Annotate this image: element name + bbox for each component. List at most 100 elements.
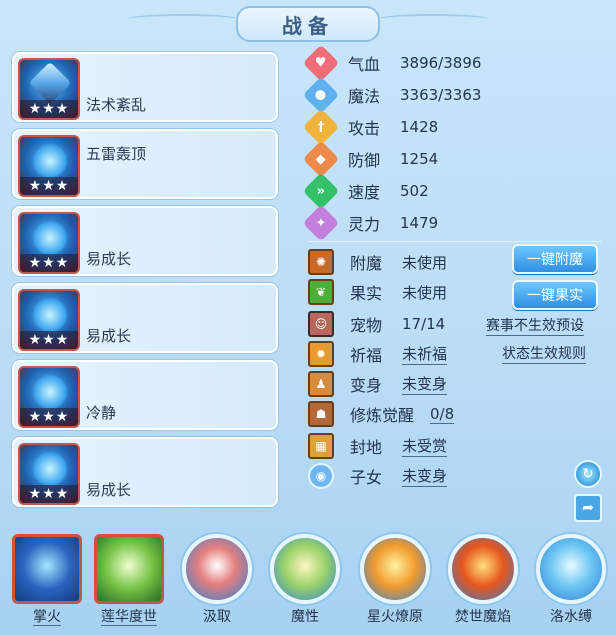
skill-card[interactable]: ★★★ 易成长 <box>12 283 278 353</box>
info-blessing[interactable]: ✹ 祈福 未祈福 <box>308 340 448 368</box>
one-click-enchant-button[interactable]: 一键附魔 <box>512 244 598 274</box>
skill-icon-spark[interactable] <box>360 534 430 604</box>
enchant-icon: ✺ <box>308 249 334 275</box>
share-icon[interactable]: ➦ <box>574 494 602 522</box>
event-preset-link[interactable]: 赛事不生效预设 <box>486 315 584 336</box>
star-rating: ★★★ <box>20 254 78 272</box>
status-rules-link[interactable]: 状态生效规则 <box>502 343 586 364</box>
info-value-link[interactable]: 未受赏 <box>402 435 448 457</box>
bottom-skill-label: 焚世魔焰 <box>455 609 511 625</box>
sword-icon: † <box>302 108 340 146</box>
stat-name: 攻击 <box>348 119 381 138</box>
blessing-icon: ✹ <box>308 341 334 367</box>
stat-name: 速度 <box>348 183 381 202</box>
skill-card-label: 法术紊乱 <box>86 96 147 114</box>
skill-icon-absorb[interactable] <box>182 534 252 604</box>
info-value: 17/14 <box>402 315 446 333</box>
shield-icon: ◆ <box>302 140 340 178</box>
info-fruit: ❦ 果实 未使用 <box>308 278 447 306</box>
bottom-skill-label: 洛水缚 <box>550 609 592 625</box>
star-rating: ★★★ <box>20 100 78 118</box>
stat-name: 气血 <box>348 55 381 74</box>
stat-name: 灵力 <box>348 215 381 234</box>
skill-icon-water[interactable] <box>536 534 606 604</box>
skill-icon-palm-fire[interactable] <box>12 534 82 604</box>
stat-value: 3896/3896 <box>400 54 482 72</box>
info-name: 封地 <box>350 438 383 457</box>
info-value-link[interactable]: 0/8 <box>430 405 455 424</box>
info-value-link[interactable]: 未变身 <box>402 373 448 395</box>
mana-drop-icon: ● <box>302 76 340 114</box>
refresh-icon[interactable]: ↻ <box>574 460 602 488</box>
info-cultivation[interactable]: ☗ 修炼觉醒 0/8 <box>308 400 455 428</box>
skill-card-label: 五雷轰顶 <box>86 145 147 163</box>
info-name: 宠物 <box>350 316 383 335</box>
info-name: 祈福 <box>350 346 383 365</box>
one-click-fruit-button[interactable]: 一键果实 <box>512 280 598 310</box>
stat-hp: ♥ 气血 3896/3896 <box>302 44 482 82</box>
bottom-skill-label: 星火燎原 <box>367 609 423 625</box>
stat-speed: » 速度 502 <box>302 172 429 210</box>
bottom-skill-label: 莲华度世 <box>101 609 157 626</box>
skill-card[interactable]: ★★★ 五雷轰顶 <box>12 129 278 199</box>
battle-prep-panel: 战备 ★★★ 法术紊乱 ★★★ 五雷轰顶 ★★★ 易成长 ★★★ 易成长 ★★★… <box>0 0 616 635</box>
fief-icon: ▦ <box>308 433 334 459</box>
info-value: 未使用 <box>402 253 448 272</box>
stat-name: 防御 <box>348 151 381 170</box>
skill-card-label: 易成长 <box>86 327 132 345</box>
info-value-link[interactable]: 未变身 <box>402 465 448 487</box>
info-name: 子女 <box>350 468 383 487</box>
section-divider <box>308 241 602 242</box>
window-title: 战备 <box>236 6 380 42</box>
bottom-skill-label: 汲取 <box>203 609 231 625</box>
info-name: 附魔 <box>350 254 383 273</box>
skill-card[interactable]: ★★★ 冷静 <box>12 360 278 430</box>
heart-icon: ♥ <box>302 44 340 82</box>
skill-icon-lotus[interactable] <box>94 534 164 604</box>
stat-defense: ◆ 防御 1254 <box>302 140 438 178</box>
info-transform[interactable]: ♟ 变身 未变身 <box>308 370 448 398</box>
stat-name: 魔法 <box>348 87 381 106</box>
fruit-icon: ❦ <box>308 279 334 305</box>
bottom-skill-label: 掌火 <box>33 609 61 626</box>
transform-icon: ♟ <box>308 371 334 397</box>
stat-value: 502 <box>400 182 429 200</box>
skill-card-label: 易成长 <box>86 481 132 499</box>
skill-card-label: 冷静 <box>86 404 117 422</box>
skill-icon-demon[interactable] <box>270 534 340 604</box>
info-enchant: ✺ 附魔 未使用 <box>308 248 447 276</box>
blue-armor-icon: ★★★ <box>18 443 80 505</box>
skill-card[interactable]: ★★★ 法术紊乱 <box>12 52 278 122</box>
star-rating: ★★★ <box>20 408 78 426</box>
info-child[interactable]: ◉ 子女 未变身 <box>308 462 448 490</box>
info-fief[interactable]: ▦ 封地 未受赏 <box>308 432 448 460</box>
window-title-text: 战备 <box>282 13 334 38</box>
pet-avatar-icon: ☺ <box>308 311 334 337</box>
skill-card[interactable]: ★★★ 易成长 <box>12 437 278 507</box>
star-rating: ★★★ <box>20 331 78 349</box>
blue-helmet-icon: ★★★ <box>18 135 80 197</box>
spirit-icon: ✦ <box>302 204 340 242</box>
crossed-swords-icon: ★★★ <box>18 58 80 120</box>
child-icon: ◉ <box>308 463 334 489</box>
stat-attack: † 攻击 1428 <box>302 108 439 146</box>
stat-mp: ● 魔法 3363/3363 <box>302 76 482 114</box>
stat-value: 1428 <box>400 118 439 136</box>
skill-icon-flame[interactable] <box>448 534 518 604</box>
cultivation-icon: ☗ <box>308 401 334 427</box>
stat-spirit: ✦ 灵力 1479 <box>302 204 439 242</box>
info-pet: ☺ 宠物 17/14 <box>308 310 445 338</box>
title-ornament-right <box>378 14 488 24</box>
star-rating: ★★★ <box>20 485 78 503</box>
title-ornament-left <box>128 14 238 24</box>
info-name: 修炼觉醒 <box>350 406 415 425</box>
star-rating: ★★★ <box>20 177 78 195</box>
skill-card-label: 易成长 <box>86 250 132 268</box>
blue-helmet-icon: ★★★ <box>18 366 80 428</box>
skill-card[interactable]: ★★★ 易成长 <box>12 206 278 276</box>
bottom-skill-label: 魔性 <box>291 609 319 625</box>
stat-value: 3363/3363 <box>400 86 482 104</box>
stat-value: 1479 <box>400 214 439 232</box>
blue-armor-icon: ★★★ <box>18 289 80 351</box>
info-value-link[interactable]: 未祈福 <box>402 343 448 365</box>
